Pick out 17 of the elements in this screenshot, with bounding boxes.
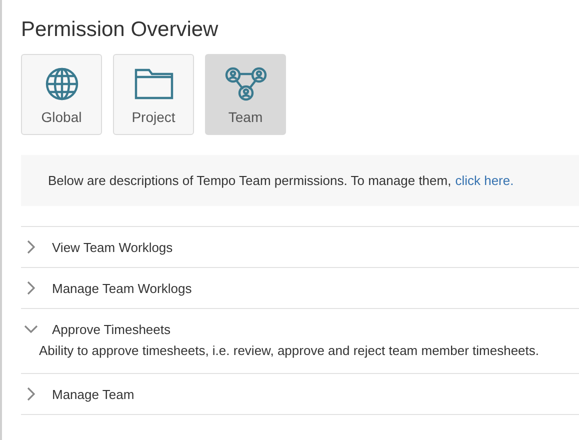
scope-tab[interactable]: Team xyxy=(205,54,286,135)
scope-tab[interactable]: Project xyxy=(113,54,194,135)
permission-description: Ability to approve timesheets, i.e. review, approve and reject team member timesheets. xyxy=(38,343,540,360)
folder-icon xyxy=(134,67,174,101)
permission-toggle[interactable]: Manage Team xyxy=(21,374,134,414)
team-icon xyxy=(224,67,266,101)
permission-toggle[interactable]: Manage Team Worklogs xyxy=(21,268,192,308)
chevron-down-icon xyxy=(24,325,38,333)
chevron-right-icon xyxy=(27,387,35,401)
chevron-right-icon xyxy=(27,281,35,295)
permission-toggle[interactable]: View Team Worklogs xyxy=(21,227,173,267)
info-text: Below are descriptions of Tempo Team permissions. To manage them, xyxy=(48,173,452,188)
globe-icon xyxy=(44,67,78,101)
chevron-right-icon xyxy=(27,240,35,254)
manage-link[interactable]: click here. xyxy=(455,173,514,188)
page-title: Permission Overview xyxy=(21,17,220,43)
scope-tab[interactable]: Global xyxy=(21,54,102,135)
